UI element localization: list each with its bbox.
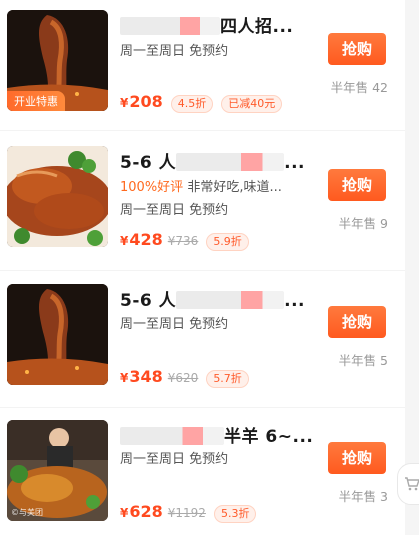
current-price: ¥628: [120, 502, 163, 521]
buy-button[interactable]: 抢购: [328, 442, 386, 474]
sold-count: 半年售 42: [330, 80, 388, 95]
positive-rating: 100%好评: [120, 180, 184, 195]
current-price: ¥428: [120, 230, 163, 249]
deal-item-3[interactable]: 5-6 人... 周一至周日 免预约 ¥348 ¥620 5.7折 抢购 半年售…: [0, 272, 419, 400]
current-price: ¥208: [120, 92, 163, 111]
discount-tag: 4.5折: [170, 95, 214, 113]
divider: [0, 130, 419, 131]
review-snippet: 100%好评 非常好吃,味道...: [120, 176, 282, 195]
deal-item-1[interactable]: 开业特惠 四人招... 周一至周日 免预约 ¥208 4.5折 已减40元 抢购…: [0, 0, 419, 128]
chef-serving-image: [7, 420, 108, 521]
discount-tag: 5.9折: [206, 233, 249, 251]
roast-lamb-image: [7, 284, 108, 385]
deal-thumbnail[interactable]: [7, 284, 108, 385]
scroll-track: [405, 0, 419, 535]
discount-tag: 5.3折: [213, 505, 257, 523]
buy-button[interactable]: 抢购: [328, 169, 386, 201]
sold-count: 半年售 9: [338, 216, 388, 231]
sold-count: 半年售 5: [338, 353, 388, 368]
buy-button[interactable]: 抢购: [328, 306, 386, 338]
price-row: ¥428 ¥736 5.9折: [120, 230, 249, 251]
availability-text: 周一至周日 免预约: [120, 44, 229, 59]
deal-thumbnail[interactable]: ©与美团: [7, 420, 108, 521]
redacted-text: [176, 291, 285, 309]
original-price: ¥620: [167, 371, 199, 385]
deal-title: 半羊 6~...: [120, 422, 313, 447]
deal-title: 5-6 人...: [120, 291, 306, 311]
watermark: ©与美团: [11, 508, 43, 517]
current-price: ¥348: [120, 367, 163, 386]
deal-title: 5-6 人...: [120, 153, 306, 173]
roast-platter-image: [7, 146, 108, 247]
price-row: ¥628 ¥1192 5.3折: [120, 502, 257, 523]
thumb-badge: 开业特惠: [7, 91, 65, 111]
original-price: ¥736: [167, 234, 199, 248]
original-price: ¥1192: [167, 506, 206, 520]
redacted-text: [120, 427, 224, 445]
buy-button[interactable]: 抢购: [328, 33, 386, 65]
price-row: ¥348 ¥620 5.7折: [120, 367, 249, 388]
saved-tag: 已减40元: [221, 95, 283, 113]
discount-tag: 5.7折: [206, 370, 249, 388]
cart-icon[interactable]: [397, 463, 419, 505]
sold-count: 半年售 3: [338, 489, 388, 504]
deal-item-2[interactable]: 5-6 人... 100%好评 非常好吃,味道... 周一至周日 免预约 ¥42…: [0, 134, 419, 262]
availability-text: 周一至周日 免预约: [120, 452, 229, 467]
cart-icon: [405, 477, 419, 491]
divider: [0, 270, 419, 271]
deal-thumbnail[interactable]: [7, 146, 108, 247]
redacted-text: [176, 153, 285, 171]
redacted-text: [120, 17, 220, 35]
deal-thumbnail[interactable]: 开业特惠: [7, 10, 108, 111]
price-row: ¥208 4.5折 已减40元: [120, 92, 283, 113]
deal-title: 四人招...: [120, 12, 293, 37]
deal-item-4[interactable]: ©与美团 半羊 6~... 周一至周日 免预约 ¥628 ¥1192 5.3折 …: [0, 408, 419, 536]
availability-text: 周一至周日 免预约: [120, 317, 229, 332]
review-text: 非常好吃,味道...: [187, 180, 282, 195]
availability-text: 周一至周日 免预约: [120, 203, 229, 218]
